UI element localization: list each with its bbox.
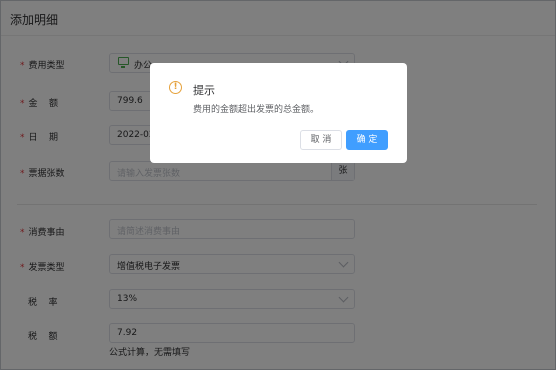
warning-icon: ! (169, 81, 182, 94)
alert-dialog: ! 提示 费用的金额超出发票的总金额。 取 消 确 定 (150, 63, 407, 163)
dialog-title: 提示 (193, 84, 215, 97)
confirm-button[interactable]: 确 定 (346, 130, 388, 150)
dialog-message: 费用的金额超出发票的总金额。 (193, 105, 320, 115)
modal-overlay[interactable] (0, 0, 556, 370)
cancel-button[interactable]: 取 消 (300, 130, 342, 150)
